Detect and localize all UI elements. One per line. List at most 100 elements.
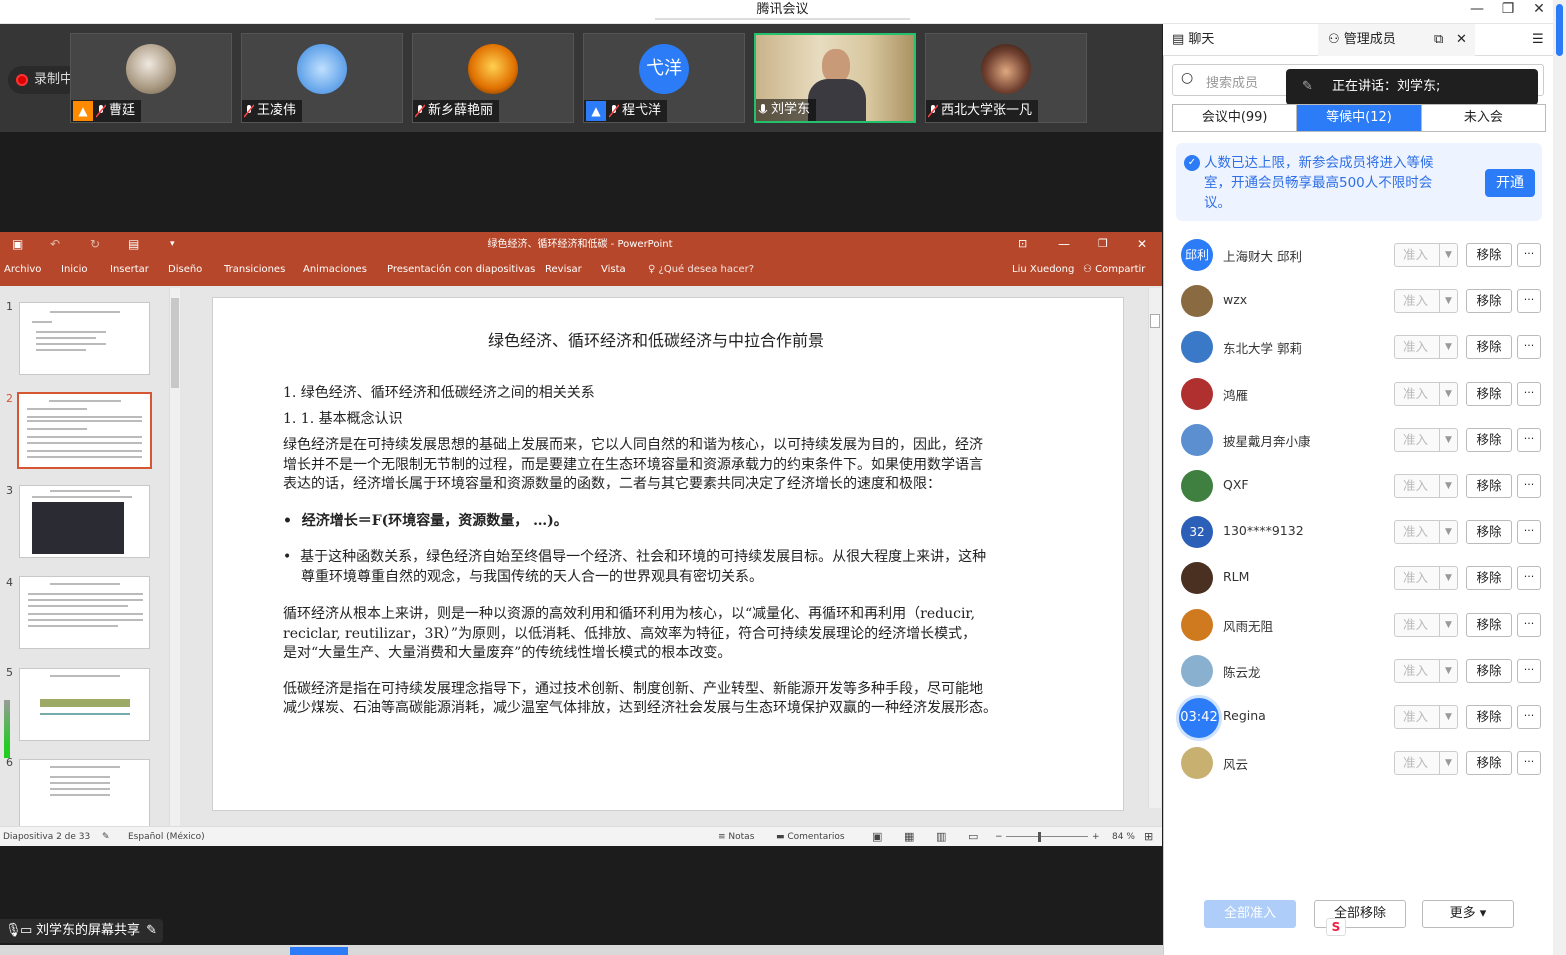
- member-more-button[interactable]: ···: [1517, 243, 1541, 267]
- admit-button[interactable]: 准入 ▼: [1394, 381, 1458, 406]
- tab-waiting[interactable]: 等候中(12): [1297, 105, 1422, 131]
- ppt-restore-icon[interactable]: ❐: [1098, 236, 1108, 252]
- ribbon-display-icon[interactable]: ⊡: [1018, 236, 1027, 252]
- member-more-button[interactable]: ···: [1517, 705, 1541, 729]
- zoom-slider-thumb[interactable]: [1038, 832, 1041, 842]
- slideshow-view-icon[interactable]: ▭: [968, 827, 978, 847]
- screen-share-label[interactable]: 🎙 ▭ 刘学东的屏幕共享 ✎: [0, 919, 163, 943]
- admit-dropdown-icon[interactable]: ▼: [1439, 706, 1457, 728]
- slide-thumbnail[interactable]: [19, 302, 150, 375]
- thumbnail-scrollbar[interactable]: [169, 288, 180, 826]
- video-tile[interactable]: ▲ 曹廷: [70, 33, 232, 123]
- member-more-button[interactable]: ···: [1517, 474, 1541, 498]
- tab-presentacion[interactable]: Presentación con diapositivas: [387, 262, 535, 278]
- close-icon[interactable]: ✕: [1524, 0, 1554, 20]
- remove-button[interactable]: 移除: [1466, 520, 1512, 545]
- admit-dropdown-icon[interactable]: ▼: [1439, 567, 1457, 590]
- input-method-icon[interactable]: S: [1326, 918, 1346, 936]
- member-more-button[interactable]: ···: [1517, 658, 1541, 683]
- member-more-button[interactable]: ···: [1517, 612, 1541, 637]
- admit-dropdown-icon[interactable]: ▼: [1439, 613, 1457, 636]
- admit-button[interactable]: 准入 ▼: [1394, 566, 1458, 591]
- admit-button[interactable]: 准入 ▼: [1394, 474, 1458, 498]
- member-more-button[interactable]: ···: [1517, 566, 1541, 591]
- admit-button[interactable]: 准入 ▼: [1394, 243, 1458, 267]
- slide-thumbnail[interactable]: [19, 576, 150, 649]
- remove-button[interactable]: 移除: [1466, 243, 1512, 267]
- language-indicator[interactable]: Español (México): [128, 827, 205, 847]
- video-tile[interactable]: 王凌伟: [241, 33, 403, 123]
- slide-thumbnail[interactable]: [19, 759, 150, 826]
- window-scrollbar[interactable]: [1553, 0, 1566, 955]
- minimize-icon[interactable]: —: [1462, 0, 1492, 20]
- slide-thumbnail-selected[interactable]: [17, 392, 152, 469]
- admit-button[interactable]: 准入 ▼: [1394, 335, 1458, 360]
- remove-button[interactable]: 移除: [1466, 427, 1512, 452]
- admit-dropdown-icon[interactable]: ▼: [1439, 659, 1457, 682]
- tab-transiciones[interactable]: Transiciones: [224, 262, 285, 278]
- zoom-in-icon[interactable]: +: [1092, 827, 1100, 847]
- admit-button[interactable]: 准入 ▼: [1394, 612, 1458, 637]
- remove-button[interactable]: 移除: [1466, 381, 1512, 406]
- more-button[interactable]: 更多 ▾: [1422, 900, 1514, 928]
- admit-dropdown-icon[interactable]: ▼: [1439, 752, 1457, 775]
- remove-button[interactable]: 移除: [1466, 289, 1512, 314]
- tab-diseno[interactable]: Diseño: [168, 262, 202, 278]
- video-tile[interactable]: 西北大学张一凡: [925, 33, 1087, 123]
- comments-button[interactable]: ▬ Comentarios: [776, 827, 845, 847]
- admit-dropdown-icon[interactable]: ▼: [1439, 521, 1457, 544]
- admit-button[interactable]: 准入 ▼: [1394, 520, 1458, 545]
- tab-inicio[interactable]: Inicio: [61, 262, 87, 278]
- admit-button[interactable]: 准入 ▼: [1394, 658, 1458, 683]
- admit-dropdown-icon[interactable]: ▼: [1439, 475, 1457, 497]
- tab-vista[interactable]: Vista: [601, 262, 626, 278]
- notes-button[interactable]: ≡ Notas: [718, 827, 754, 847]
- reading-view-icon[interactable]: ▥: [936, 827, 946, 847]
- ppt-minimize-icon[interactable]: —: [1058, 236, 1070, 252]
- video-tile[interactable]: 弋洋 ▲ 程弋洋: [583, 33, 745, 123]
- fit-slide-icon[interactable]: ⊞: [1144, 827, 1153, 847]
- zoom-level[interactable]: 84 %: [1112, 827, 1135, 847]
- admit-dropdown-icon[interactable]: ▼: [1439, 382, 1457, 405]
- tab-revisar[interactable]: Revisar: [545, 262, 582, 278]
- zoom-slider[interactable]: [1006, 836, 1088, 837]
- tab-in-meeting[interactable]: 会议中(99): [1173, 105, 1298, 131]
- admit-dropdown-icon[interactable]: ▼: [1439, 428, 1457, 451]
- zoom-out-icon[interactable]: −: [995, 827, 1003, 847]
- remove-button[interactable]: 移除: [1466, 474, 1512, 498]
- popout-icon[interactable]: ⧉: [1434, 32, 1443, 48]
- tab-members[interactable]: ⚇ 管理成员: [1328, 32, 1396, 48]
- video-tile-active-speaker[interactable]: 刘学东: [754, 33, 916, 123]
- redo-icon[interactable]: ↻: [90, 236, 100, 252]
- remove-button[interactable]: 移除: [1466, 658, 1512, 683]
- ppt-close-icon[interactable]: ✕: [1137, 236, 1147, 252]
- panel-menu-icon[interactable]: ☰: [1532, 32, 1544, 48]
- slide-canvas[interactable]: 绿色经济、循环经济和低碳经济与中拉合作前景 1. 绿色经济、循环经济和低碳经济之…: [212, 297, 1124, 811]
- panel-close-icon[interactable]: ✕: [1456, 32, 1467, 48]
- video-tile[interactable]: 新乡薛艳丽: [412, 33, 574, 123]
- slide-scrollbar[interactable]: [1148, 288, 1161, 808]
- customize-qat-icon[interactable]: ▾: [170, 236, 175, 252]
- tab-archivo[interactable]: Archivo: [4, 262, 41, 278]
- tab-animaciones[interactable]: Animaciones: [303, 262, 367, 278]
- slide-thumbnail[interactable]: [19, 485, 150, 558]
- member-more-button[interactable]: ···: [1517, 381, 1541, 406]
- tab-not-joined[interactable]: 未入会: [1422, 105, 1545, 131]
- slide-thumbnail[interactable]: [19, 668, 150, 741]
- remove-button[interactable]: 移除: [1466, 751, 1512, 776]
- share-button[interactable]: ⚇ Compartir: [1083, 262, 1145, 278]
- admit-button[interactable]: 准入 ▼: [1394, 289, 1458, 314]
- remove-button[interactable]: 移除: [1466, 566, 1512, 591]
- remove-button[interactable]: 移除: [1466, 705, 1512, 729]
- remove-button[interactable]: 移除: [1466, 335, 1512, 360]
- present-icon[interactable]: ▤: [128, 236, 139, 252]
- member-more-button[interactable]: ···: [1517, 335, 1541, 360]
- admit-button[interactable]: 准入 ▼: [1394, 427, 1458, 452]
- admit-dropdown-icon[interactable]: ▼: [1439, 290, 1457, 313]
- open-membership-button[interactable]: 开通: [1485, 169, 1535, 197]
- tell-me-box[interactable]: ♀ ¿Qué desea hacer?: [648, 262, 754, 278]
- undo-icon[interactable]: ↶: [50, 236, 60, 252]
- admit-button[interactable]: 准入 ▼: [1394, 751, 1458, 776]
- timer-badge[interactable]: 03:42: [1176, 695, 1222, 741]
- member-more-button[interactable]: ···: [1517, 751, 1541, 776]
